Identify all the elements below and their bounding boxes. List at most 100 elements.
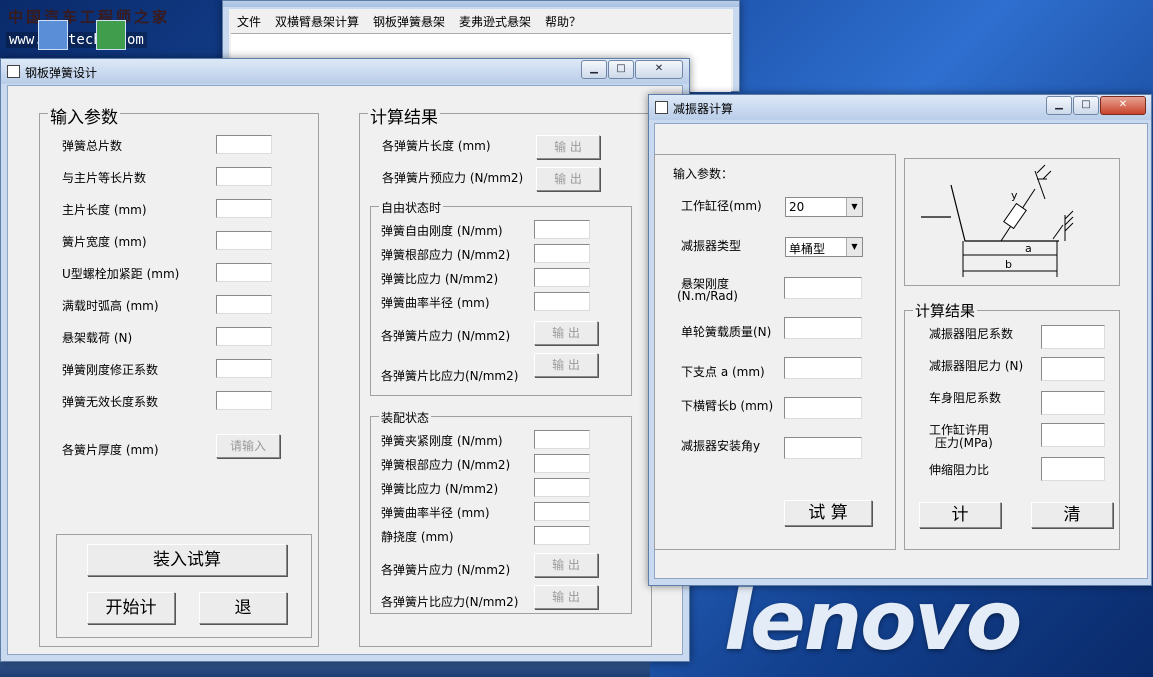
lower-arm-input[interactable] [784,397,862,419]
desktop-word-icon[interactable] [38,20,68,50]
asm-root-stress-output[interactable] [534,454,590,473]
cylinder-diameter-value: 20 [789,200,805,214]
trial-calc-button[interactable]: 试 算 [784,500,872,526]
actions-frame: 装入试算 开始计 退 [56,534,312,638]
output-prestress-button[interactable]: 输 出 [536,167,600,191]
free-stress-output-button[interactable]: 输 出 [534,321,598,345]
free-stiffness-output[interactable] [534,220,590,239]
u-bolt-spacing-label: U型螺栓加紧距 (mm) [62,267,180,281]
chevron-down-icon[interactable]: ▼ [846,238,862,256]
main-title-strip [223,1,739,7]
leaf-width-label: 簧片宽度 (mm) [62,235,147,249]
brand-logo: lenovo [724,574,1022,669]
input-params-label: 输入参数 [48,103,120,128]
damper-type-select[interactable]: 单桶型 ▼ [785,237,863,257]
start-calc-button[interactable]: 开始计 [87,592,175,624]
asm-leaf-ratio-label: 各弹簧片比应力(N/mm2) [381,595,519,609]
exit-button[interactable]: 退 [199,592,287,624]
damper-results-group: 计算结果 减振器阻尼系数 减振器阻尼力 (N) 车身阻尼系数 工作缸许用 压力(… [904,300,1120,550]
rebound-ratio-output[interactable] [1041,457,1105,481]
minimize-button[interactable]: ▁ [581,60,607,79]
menu-leaf-spring[interactable]: 钢板弹簧悬架 [373,13,445,30]
install-angle-input[interactable] [784,437,862,459]
suspension-load-input[interactable] [216,327,272,346]
compute-button[interactable]: 计 [919,502,1001,528]
close-button[interactable]: ✕ [635,60,683,79]
desktop-excel-icon[interactable] [96,20,126,50]
menu-file[interactable]: 文件 [237,13,261,30]
cylinder-diameter-label: 工作缸径(mm) [681,199,762,213]
damper-type-label: 减振器类型 [681,239,742,253]
rebound-ratio-label: 伸缩阻力比 [929,463,990,477]
equal-length-leaves-label: 与主片等长片数 [62,171,147,185]
maximize-button[interactable]: □ [1073,96,1099,115]
body-damping-output[interactable] [1041,391,1105,415]
main-leaf-length-input[interactable] [216,199,272,218]
allowed-pressure-output[interactable] [1041,423,1105,447]
main-leaf-length-label: 主片长度 (mm) [62,203,147,217]
free-root-stress-output[interactable] [534,244,590,263]
lower-arm-label: 下横臂长b (mm) [681,399,774,413]
assembly-state-label: 装配状态 [379,409,432,426]
susp-stiffness-unit: (N.m/Rad) [677,289,738,303]
cylinder-diameter-select[interactable]: 20 ▼ [785,197,863,217]
free-curvature-output[interactable] [534,292,590,311]
lower-point-input[interactable] [784,357,862,379]
free-specific-stress-label: 弹簧比应力 (N/mm2) [381,272,499,286]
static-deflection-label: 静挠度 (mm) [381,530,454,544]
asm-curvature-label: 弹簧曲率半径 (mm) [381,506,490,520]
leaf-lengths-label: 各弹簧片长度 (mm) [382,139,491,153]
stiffness-correction-input[interactable] [216,359,272,378]
allowed-pressure-unit: 压力(MPa) [935,436,993,450]
output-lengths-button[interactable]: 输 出 [536,135,600,159]
u-bolt-spacing-input[interactable] [216,263,272,282]
damping-force-output[interactable] [1041,357,1105,381]
total-leaves-input[interactable] [216,135,272,154]
window-icon [655,101,668,114]
stiffness-correction-label: 弹簧刚度修正系数 [62,363,159,377]
window-title: 钢板弹簧设计 [25,66,98,80]
inactive-length-input[interactable] [216,391,272,410]
diagram-y-label: y [1011,189,1018,202]
damper-titlebar: 减振器计算 ▁ □ ✕ [649,95,1151,120]
full-load-camber-input[interactable] [216,295,272,314]
asm-stress-output-button[interactable]: 输 出 [534,553,598,577]
sprung-mass-label: 单轮簧载质量(N) [681,325,772,339]
close-button[interactable]: ✕ [1100,96,1146,115]
free-specific-stress-output[interactable] [534,268,590,287]
equal-length-leaves-input[interactable] [216,167,272,186]
window-icon [7,65,20,78]
results-label: 计算结果 [368,103,440,128]
free-root-stress-label: 弹簧根部应力 (N/mm2) [381,248,511,262]
clear-button[interactable]: 清 [1031,502,1113,528]
menu-help[interactable]: 帮助？ [545,13,581,30]
maximize-button[interactable]: □ [608,60,634,79]
load-trial-button[interactable]: 装入试算 [87,544,287,576]
menu-double-wishbone[interactable]: 双横臂悬架计算 [275,13,359,30]
leaf-spring-window: 钢板弹簧设计 ▁ □ ✕ 输入参数 弹簧总片数 与主片等长片数 主片长度 (mm… [0,58,690,662]
susp-stiffness-input[interactable] [784,277,862,299]
leaf-spring-titlebar: 钢板弹簧设计 ▁ □ ✕ [1,59,689,84]
chevron-down-icon[interactable]: ▼ [846,198,862,216]
asm-specific-stress-output[interactable] [534,478,590,497]
minimize-button[interactable]: ▁ [1046,96,1072,115]
damper-window-title: 减振器计算 [673,102,734,116]
asm-curvature-output[interactable] [534,502,590,521]
suspension-load-label: 悬架载荷 (N) [62,331,133,345]
lower-point-label: 下支点 a (mm) [681,365,765,379]
menu-macpherson[interactable]: 麦弗逊式悬架 [459,13,531,30]
enter-thickness-button[interactable]: 请输入 [216,434,280,458]
free-ratio-output-button[interactable]: 输 出 [534,353,598,377]
clamp-stiffness-output[interactable] [534,430,590,449]
assembly-state-group: 装配状态 弹簧夹紧刚度 (N/mm) 弹簧根部应力 (N/mm2) 弹簧比应力 … [370,409,632,614]
body-damping-label: 车身阻尼系数 [929,391,1002,405]
watermark-text: 中国汽车工程师之家 [8,8,171,26]
geometry-diagram-svg: y a b [921,164,1074,277]
leaf-width-input[interactable] [216,231,272,250]
sprung-mass-input[interactable] [784,317,862,339]
diagram-b-label: b [1005,258,1012,271]
static-deflection-output[interactable] [534,526,590,545]
asm-ratio-output-button[interactable]: 输 出 [534,585,598,609]
input-params-group: 输入参数 弹簧总片数 与主片等长片数 主片长度 (mm) 簧片宽度 (mm) U… [39,103,319,647]
damping-coef-output[interactable] [1041,325,1105,349]
